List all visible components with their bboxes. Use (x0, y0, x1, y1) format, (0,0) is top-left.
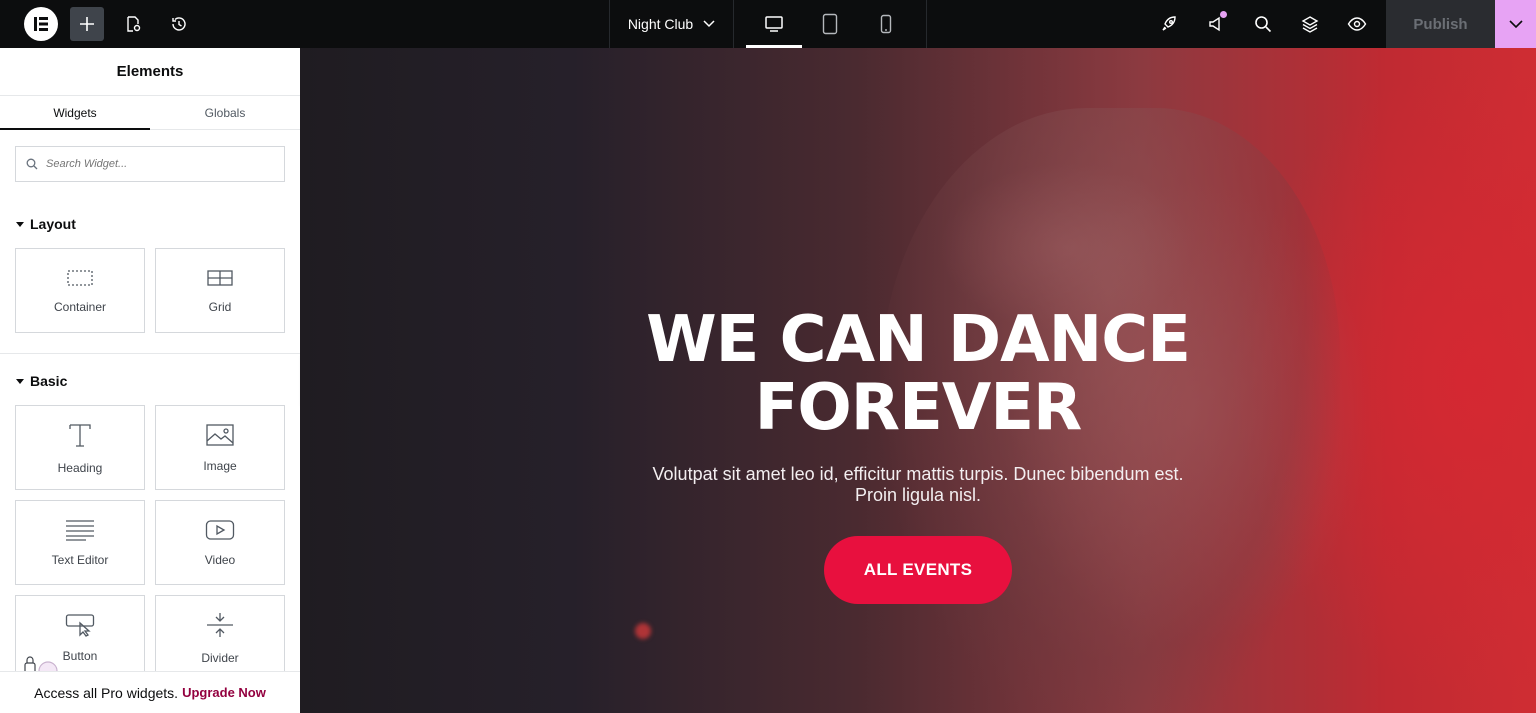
widget-label: Heading (57, 460, 103, 475)
mobile-view-button[interactable] (858, 0, 914, 48)
image-icon (206, 423, 234, 446)
page-settings-icon[interactable] (116, 7, 150, 41)
widget-label: Text Editor (51, 552, 109, 567)
desktop-icon (765, 16, 783, 32)
widget-label: Container (53, 299, 107, 314)
rocket-icon (1161, 16, 1176, 31)
button-icon (65, 613, 95, 637)
category-layout-header[interactable]: Layout (0, 214, 300, 234)
widget-search[interactable] (15, 146, 285, 182)
tab-widgets[interactable]: Widgets (0, 96, 150, 130)
widget-image[interactable]: Image (155, 405, 285, 490)
hero-heading[interactable]: WE CAN DANCE FOREVER (300, 306, 1536, 442)
elements-panel: Elements Widgets Globals Layout Containe… (0, 48, 300, 713)
all-events-button[interactable]: ALL EVENTS (824, 536, 1012, 604)
stage-light (635, 623, 651, 639)
hero-section[interactable]: WE CAN DANCE FOREVER Volutpat sit amet l… (300, 306, 1536, 604)
widget-label: Button (62, 648, 98, 663)
widget-label: Video (204, 552, 236, 567)
widget-video[interactable]: Video (155, 500, 285, 585)
tablet-view-button[interactable] (802, 0, 858, 48)
search-icon (26, 158, 38, 170)
upgrade-now-link[interactable]: Upgrade Now (182, 685, 266, 700)
category-label: Basic (30, 373, 68, 389)
widget-container[interactable]: Container (15, 248, 145, 333)
eye-icon (1347, 17, 1366, 31)
heading-icon (69, 423, 91, 447)
widget-divider[interactable]: Divider (155, 595, 285, 680)
search-input[interactable] (46, 158, 266, 170)
elementor-logo-icon[interactable] (24, 7, 58, 41)
widget-label: Divider (201, 650, 239, 665)
editor-topbar: Night Club Publish (0, 0, 1536, 48)
page-name-label: Night Club (627, 16, 694, 32)
preview-button[interactable] (1333, 0, 1380, 48)
caret-down-icon (16, 378, 24, 384)
publish-options-button[interactable] (1495, 0, 1536, 48)
panel-tabs: Widgets Globals (0, 96, 300, 130)
mobile-icon (880, 14, 892, 34)
panel-title: Elements (0, 48, 300, 96)
desktop-view-button[interactable] (746, 0, 802, 48)
divider-icon (207, 612, 233, 637)
grid-icon (207, 269, 233, 286)
page-canvas[interactable]: WE CAN DANCE FOREVER Volutpat sit amet l… (300, 48, 1536, 713)
widget-label: Grid (208, 299, 232, 314)
chevron-down-icon (1508, 19, 1523, 28)
search-icon (1254, 16, 1271, 33)
widget-label: Image (203, 458, 237, 473)
category-basic-header[interactable]: Basic (0, 371, 300, 391)
text-editor-icon (66, 519, 94, 541)
category-label: Layout (30, 216, 76, 232)
hero-text-line-1: Volutpat sit amet leo id, efficitur matt… (652, 464, 1184, 484)
hero-heading-line-2: FOREVER (754, 371, 1083, 445)
notification-dot (1220, 11, 1227, 18)
publish-button[interactable]: Publish (1386, 0, 1495, 48)
hero-text-line-2: Proin ligula nisl. (854, 485, 982, 505)
whats-new-button[interactable] (1192, 0, 1239, 48)
widget-heading[interactable]: Heading (15, 405, 145, 490)
caret-down-icon (16, 221, 24, 227)
promo-text: Access all Pro widgets. (34, 684, 179, 701)
chevron-down-icon (703, 20, 715, 28)
container-icon (67, 269, 93, 286)
widget-grid[interactable]: Grid (155, 248, 285, 333)
tab-globals[interactable]: Globals (150, 96, 300, 129)
structure-button[interactable] (1286, 0, 1333, 48)
hero-heading-line-1: WE CAN DANCE (646, 303, 1191, 377)
layers-icon (1301, 16, 1318, 33)
widget-text-editor[interactable]: Text Editor (15, 500, 145, 585)
page-name-dropdown[interactable]: Night Club (609, 0, 734, 48)
finder-button[interactable] (1239, 0, 1286, 48)
tablet-icon (822, 13, 838, 35)
add-element-button[interactable] (70, 7, 104, 41)
history-icon[interactable] (162, 7, 196, 41)
site-settings-button[interactable] (1145, 0, 1192, 48)
hero-text[interactable]: Volutpat sit amet leo id, efficitur matt… (300, 464, 1536, 506)
pro-promo-bar: Access all Pro widgets. Upgrade Now (0, 671, 300, 713)
video-icon (205, 519, 235, 540)
